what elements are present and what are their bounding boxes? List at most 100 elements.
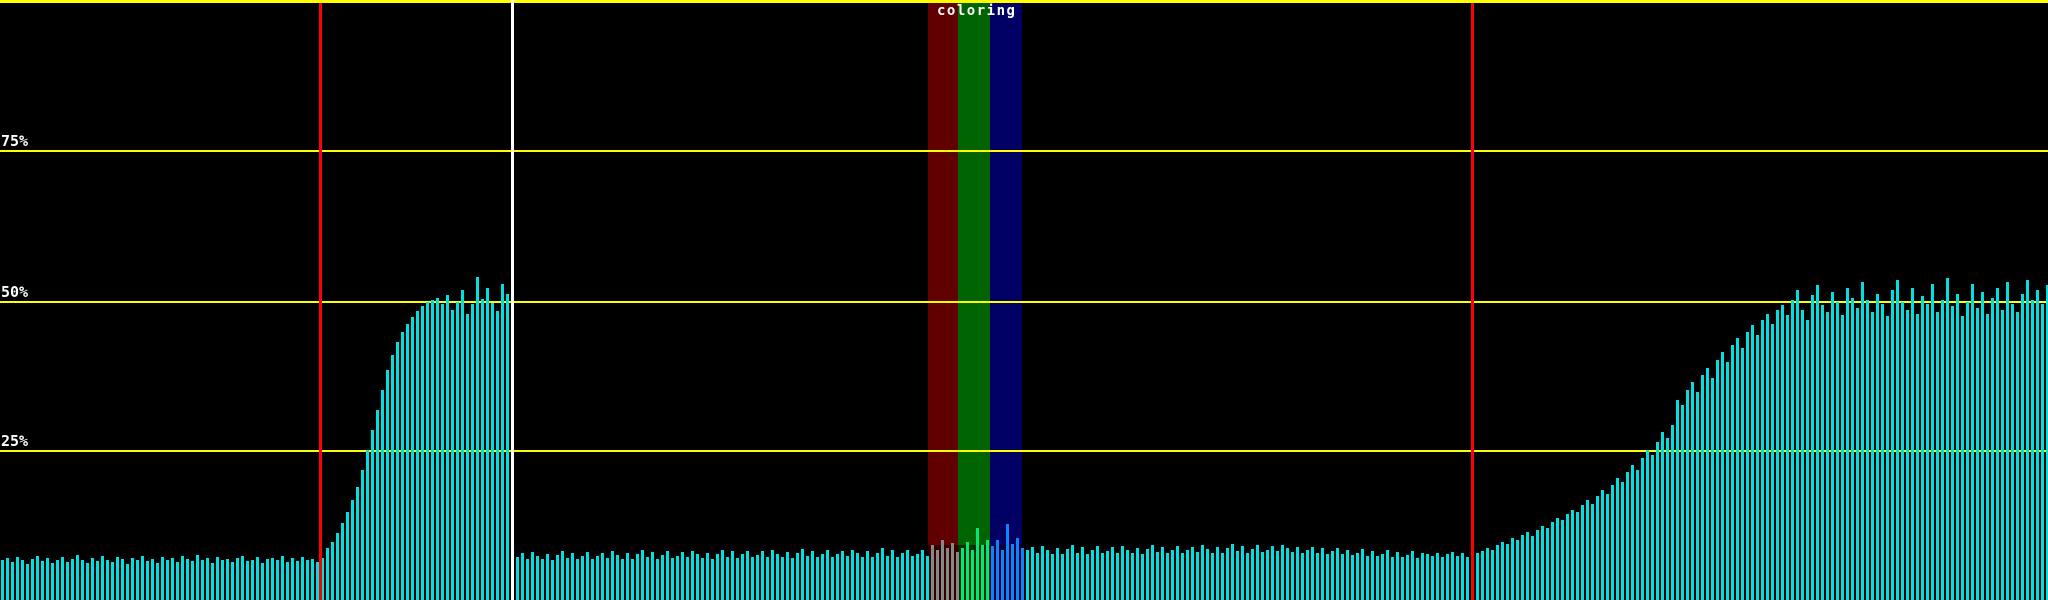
histogram-bar xyxy=(1926,304,1930,600)
histogram-bar xyxy=(1216,547,1220,600)
histogram-bar xyxy=(1971,283,1975,600)
histogram-bar xyxy=(176,562,180,600)
histogram-bar xyxy=(2011,304,2015,600)
histogram-bar xyxy=(1021,547,1025,600)
histogram-bar xyxy=(1916,313,1920,600)
histogram-bar xyxy=(391,355,395,600)
histogram-bar xyxy=(1156,552,1160,600)
histogram-bar xyxy=(26,564,30,600)
red-marker-line xyxy=(1471,3,1474,600)
histogram-bar xyxy=(1371,550,1375,600)
histogram-bar xyxy=(221,559,225,600)
histogram-bar xyxy=(1701,375,1705,600)
histogram-bar xyxy=(1716,360,1720,600)
histogram-bar xyxy=(1,559,5,600)
histogram-bar xyxy=(451,310,455,600)
histogram-bar xyxy=(1411,551,1415,600)
histogram-bar xyxy=(1976,307,1980,600)
histogram-bar xyxy=(591,558,595,600)
histogram-bar xyxy=(1181,552,1185,600)
coloring-label: coloring xyxy=(937,3,1017,19)
gridline-75 xyxy=(0,150,2048,152)
histogram-bar xyxy=(1316,553,1320,600)
histogram-bar xyxy=(376,409,380,600)
histogram-bar xyxy=(1846,288,1850,600)
histogram-bar xyxy=(1136,547,1140,600)
histogram-bar xyxy=(646,557,650,600)
histogram-bar xyxy=(711,558,715,600)
histogram-bar xyxy=(1071,545,1075,600)
histogram-bar xyxy=(546,553,550,600)
histogram-bar xyxy=(616,555,620,600)
histogram-bar xyxy=(1706,367,1710,600)
histogram-bar xyxy=(641,550,645,600)
histogram-bar xyxy=(1606,493,1610,600)
histogram-bar xyxy=(1391,556,1395,600)
histogram-bar xyxy=(1501,541,1505,600)
histogram-bar xyxy=(576,559,580,600)
histogram-bar xyxy=(471,304,475,600)
histogram-bar xyxy=(211,562,215,600)
histogram-bar xyxy=(496,310,500,600)
histogram-bar xyxy=(71,559,75,600)
histogram-bar xyxy=(1001,550,1005,600)
histogram-bar xyxy=(1801,310,1805,600)
histogram-bar xyxy=(126,564,130,600)
histogram-bar xyxy=(976,528,980,600)
histogram-bar xyxy=(356,487,360,600)
histogram-bar xyxy=(1076,552,1080,600)
histogram-bar xyxy=(836,554,840,600)
histogram-bar xyxy=(826,550,830,600)
histogram-bar xyxy=(1196,552,1200,600)
histogram-bar xyxy=(241,556,245,600)
histogram-bar xyxy=(911,556,915,600)
histogram-bar xyxy=(201,559,205,600)
histogram-bar xyxy=(1026,550,1030,600)
histogram-bar xyxy=(1176,546,1180,600)
histogram-bar xyxy=(1671,424,1675,600)
histogram-display: 75% 50% 25% coloring xyxy=(0,0,2048,600)
histogram-bar xyxy=(1731,345,1735,600)
histogram-bar xyxy=(406,324,410,600)
blue-channel-band xyxy=(990,3,1022,545)
histogram-bar xyxy=(706,552,710,600)
histogram-bar xyxy=(1796,289,1800,600)
histogram-bar xyxy=(1546,528,1550,600)
histogram-bar xyxy=(1326,553,1330,600)
histogram-bar xyxy=(1986,313,1990,600)
histogram-bar xyxy=(1226,548,1230,600)
histogram-bar xyxy=(131,558,135,600)
histogram-bar xyxy=(846,556,850,600)
histogram-bar xyxy=(1206,549,1210,600)
histogram-bar xyxy=(1186,550,1190,600)
histogram-bar xyxy=(161,556,165,600)
histogram-bar xyxy=(821,553,825,600)
histogram-bar xyxy=(1956,294,1960,600)
white-marker-line xyxy=(511,0,514,600)
histogram-bar xyxy=(1246,552,1250,600)
histogram-bar xyxy=(446,295,450,600)
histogram-bar xyxy=(1416,558,1420,600)
histogram-bar xyxy=(81,559,85,600)
histogram-bar xyxy=(381,390,385,600)
histogram-bar xyxy=(1551,522,1555,600)
histogram-bar xyxy=(921,550,925,600)
histogram-bar xyxy=(901,553,905,600)
histogram-bar xyxy=(411,316,415,600)
histogram-bar xyxy=(1961,316,1965,600)
histogram-bar xyxy=(1726,361,1730,600)
histogram-bar xyxy=(1581,505,1585,600)
histogram-bar xyxy=(416,310,420,600)
histogram-bar xyxy=(1586,499,1590,600)
histogram-bar xyxy=(281,556,285,600)
histogram-bar xyxy=(691,550,695,600)
histogram-bar xyxy=(1676,400,1680,600)
histogram-bar xyxy=(856,553,860,600)
red-marker-line xyxy=(319,3,322,600)
histogram-bar xyxy=(1041,546,1045,600)
histogram-bar xyxy=(1231,544,1235,600)
histogram-bar xyxy=(996,540,1000,600)
histogram-bar xyxy=(1871,312,1875,600)
histogram-bar xyxy=(386,370,390,600)
histogram-bar xyxy=(1751,325,1755,600)
